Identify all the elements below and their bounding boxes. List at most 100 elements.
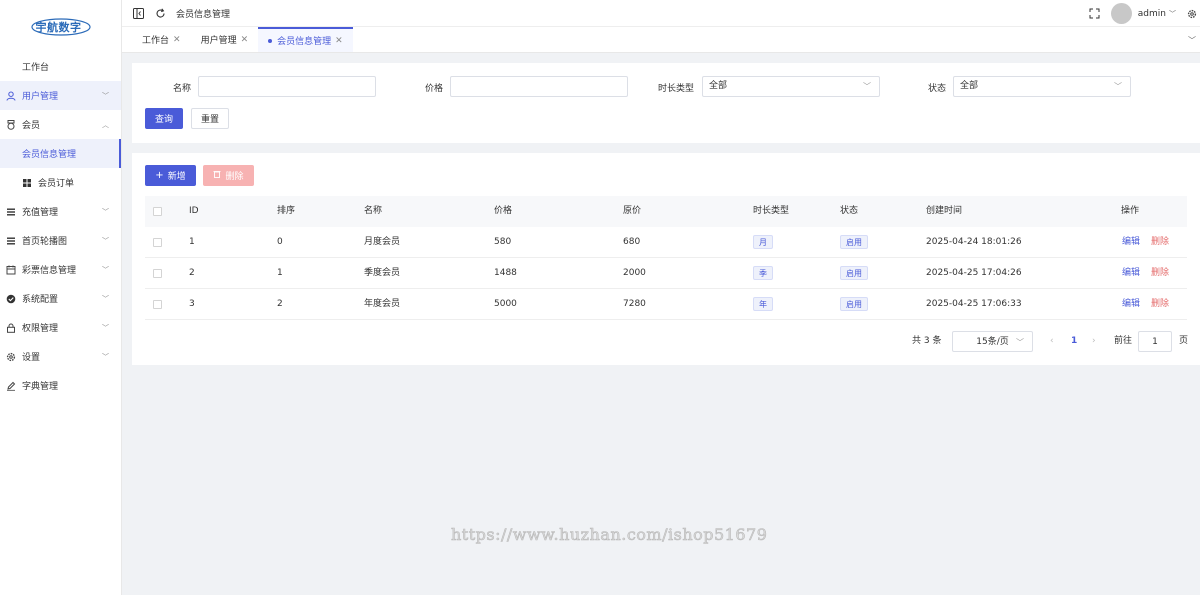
duration-select[interactable]: 全部 ﹀ [702, 76, 880, 97]
status-tag: 启用 [840, 296, 868, 311]
active-dot-icon [268, 38, 273, 43]
cell-sort: 1 [277, 268, 283, 278]
page-number[interactable]: 1 [1071, 331, 1077, 352]
edit-link[interactable]: 编辑 [1122, 237, 1140, 247]
sidebar-item-permissions[interactable]: 权限管理 ﹀ [0, 313, 121, 342]
row-checkbox[interactable] [153, 269, 162, 278]
sidebar-item-system-config[interactable]: 系统配置 ﹀ [0, 284, 121, 313]
tab-label: 用户管理 [200, 36, 237, 46]
collapse-sidebar-icon[interactable] [132, 7, 144, 19]
chevron-down-icon[interactable]: ﹀ [1188, 35, 1196, 46]
list-icon [6, 236, 16, 246]
reset-button[interactable]: 重置 [191, 108, 229, 129]
row-checkbox[interactable] [153, 238, 162, 247]
sidebar-item-member-info[interactable]: 会员信息管理 [0, 139, 121, 168]
col-orig-price: 原价 [623, 206, 642, 216]
chevron-down-icon: ﹀ [863, 82, 871, 91]
chevron-down-icon: ﹀ [102, 237, 109, 245]
topbar: 会员信息管理 admin ﹀ [122, 0, 1200, 27]
next-page-icon[interactable]: › [1092, 331, 1096, 352]
edit-link[interactable]: 编辑 [1122, 268, 1140, 278]
chevron-down-icon: ﹀ [1016, 338, 1024, 347]
watermark: https://www.huzhan.com/ishop51679 [451, 525, 768, 545]
sidebar-item-recharge[interactable]: 充值管理 ﹀ [0, 197, 121, 226]
gear-icon[interactable] [1186, 8, 1198, 20]
price-input[interactable] [450, 76, 628, 97]
select-all-checkbox[interactable] [153, 207, 162, 216]
sidebar-item-label: 用户管理 [22, 92, 59, 102]
prev-page-icon[interactable]: ‹ [1050, 331, 1054, 352]
cell-sort: 2 [277, 299, 283, 309]
pagination: 共 3 条 15条/页 ﹀ ‹ 1 › 前往 1 页 [132, 331, 1200, 352]
cell-duration: 月 [753, 227, 773, 258]
cell-price: 5000 [494, 299, 517, 309]
sidebar-item-user-management[interactable]: 用户管理 ﹀ [0, 81, 121, 110]
delete-link[interactable]: 删除 [1151, 268, 1169, 278]
duration-label: 时长类型 [658, 84, 695, 94]
tab-label: 工作台 [142, 36, 170, 46]
sidebar-item-member-orders[interactable]: 会员订单 [0, 168, 121, 197]
tab-workbench[interactable]: 工作台 ✕ [132, 27, 191, 52]
query-button[interactable]: 查询 [145, 108, 183, 129]
sidebar-item-label: 设置 [22, 353, 41, 363]
duration-tag: 季 [753, 265, 773, 280]
close-icon[interactable]: ✕ [173, 35, 181, 45]
delete-link[interactable]: 删除 [1151, 237, 1169, 247]
sidebar-item-label: 会员订单 [38, 179, 75, 189]
table-row: 2 1 季度会员 1488 2000 季 启用 2025-04-25 17:04… [145, 258, 1187, 289]
tab-member-info[interactable]: 会员信息管理 ✕ [258, 27, 353, 52]
check-circle-icon [6, 294, 16, 304]
close-icon[interactable]: ✕ [241, 35, 249, 45]
cell-status: 启用 [840, 258, 868, 289]
table-row: 1 0 月度会员 580 680 月 启用 2025-04-24 18:01:2… [145, 227, 1187, 258]
sidebar-item-label: 会员 [22, 121, 41, 131]
sidebar-item-workbench[interactable]: 工作台 [0, 52, 121, 81]
sidebar: 宇航数字 工作台 用户管理 ﹀ 会员 ︿ 会员信息管理 会员订单 充值管理 ﹀ [0, 0, 122, 595]
add-button[interactable]: + 新增 [145, 165, 196, 186]
delete-link[interactable]: 删除 [1151, 299, 1169, 309]
grid-icon [22, 178, 32, 188]
sidebar-item-lottery[interactable]: 彩票信息管理 ﹀ [0, 255, 121, 284]
delete-button[interactable]: 删除 [203, 165, 254, 186]
sidebar-item-dictionary[interactable]: 字典管理 [0, 371, 121, 400]
close-icon[interactable]: ✕ [335, 36, 343, 46]
page-size-select[interactable]: 15条/页 ﹀ [952, 331, 1033, 352]
logo: 宇航数字 [0, 0, 121, 52]
trash-icon [213, 170, 221, 181]
chevron-down-icon[interactable]: ﹀ [1169, 9, 1176, 19]
cell-actions: 编辑 删除 [1122, 258, 1169, 289]
edit-link[interactable]: 编辑 [1122, 299, 1140, 309]
chevron-down-icon: ﹀ [102, 92, 109, 100]
tab-user-management[interactable]: 用户管理 ✕ [191, 27, 259, 52]
status-select[interactable]: 全部 ﹀ [953, 76, 1131, 97]
cell-actions: 编辑 删除 [1122, 227, 1169, 258]
cell-status: 启用 [840, 227, 868, 258]
chevron-down-icon: ﹀ [102, 353, 109, 361]
sidebar-item-label: 彩票信息管理 [22, 266, 77, 276]
cell-id: 2 [189, 268, 195, 278]
chevron-up-icon: ︿ [102, 121, 109, 129]
calendar-icon [6, 265, 16, 275]
fullscreen-icon[interactable] [1089, 8, 1101, 20]
name-input[interactable] [198, 76, 376, 97]
avatar[interactable] [1110, 3, 1132, 24]
row-checkbox[interactable] [153, 300, 162, 309]
sidebar-item-carousel[interactable]: 首页轮播图 ﹀ [0, 226, 121, 255]
sidebar-item-member[interactable]: 会员 ︿ [0, 110, 121, 139]
cell-actions: 编辑 删除 [1122, 289, 1169, 320]
tab-bar: 工作台 ✕ 用户管理 ✕ 会员信息管理 ✕ ﹀ [122, 27, 1200, 53]
cell-name: 季度会员 [364, 268, 401, 278]
cell-created: 2025-04-24 18:01:26 [926, 237, 1022, 247]
sidebar-item-settings[interactable]: 设置 ﹀ [0, 342, 121, 371]
status-tag: 启用 [840, 234, 868, 249]
sidebar-item-label: 系统配置 [22, 295, 59, 305]
status-label: 状态 [928, 84, 947, 94]
cell-status: 启用 [840, 289, 868, 320]
cell-duration: 年 [753, 289, 773, 320]
user-name[interactable]: admin [1138, 9, 1166, 19]
refresh-icon[interactable] [154, 7, 166, 19]
cell-duration: 季 [753, 258, 773, 289]
col-status: 状态 [840, 206, 859, 216]
cell-sort: 0 [277, 237, 283, 247]
goto-input[interactable]: 1 [1138, 331, 1172, 352]
